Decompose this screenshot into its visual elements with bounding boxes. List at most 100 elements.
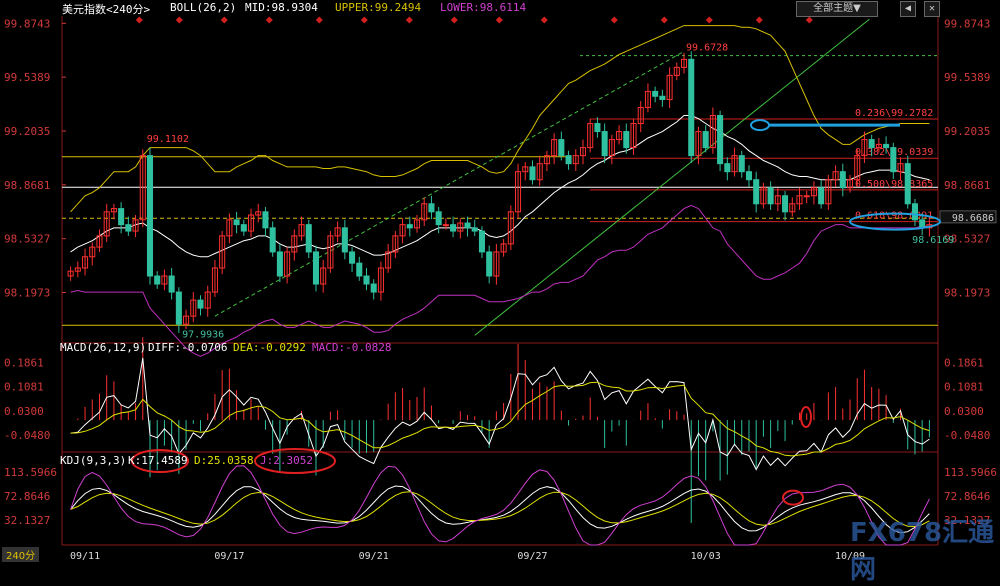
macd-cross-ellipse — [800, 406, 812, 429]
candle-body — [767, 187, 774, 205]
candle-body — [883, 143, 890, 149]
candle-body — [349, 251, 356, 264]
candle-body — [911, 203, 918, 221]
candle-body — [197, 299, 204, 309]
boll-mid-line — [70, 115, 930, 258]
price-tick-label-left: 99.2035 — [4, 125, 50, 138]
watermark-logo: FX678汇通网 — [850, 518, 995, 585]
kdj-tick-label-left: 32.1327 — [4, 514, 50, 527]
candle-body — [154, 275, 161, 285]
candle-body — [688, 58, 695, 157]
macd-tick-label-right: 0.0300 — [944, 405, 984, 418]
price-tick-label-right: 98.8681 — [944, 179, 990, 192]
low-annotation: 97.9936 — [182, 329, 224, 340]
candle-body — [818, 187, 825, 205]
kdj-d: D:25.0358 — [194, 454, 254, 467]
candle-body — [471, 227, 478, 232]
candle-body — [919, 219, 926, 229]
signal-diamond — [660, 16, 668, 24]
signal-diamond — [265, 16, 273, 24]
signal-diamond — [610, 16, 618, 24]
signal-diamond — [450, 16, 458, 24]
candle-body — [363, 275, 370, 285]
candle-body — [450, 224, 457, 232]
candle-body — [717, 115, 724, 165]
macd-value: MACD:-0.0828 — [312, 341, 392, 354]
candle-body — [529, 166, 536, 181]
price-tick-label-left: 99.8743 — [4, 17, 50, 30]
price-tick-label-left: 98.8681 — [4, 179, 50, 192]
signal-diamond — [755, 16, 763, 24]
signal-diamond — [540, 16, 548, 24]
price-tick-label-right: 99.5389 — [944, 71, 990, 84]
macd-diff: DIFF:-0.0706 — [148, 341, 228, 354]
candle-body — [623, 131, 630, 149]
candle-body — [724, 163, 731, 173]
date-label: 09/27 — [517, 551, 547, 562]
macd-tick-label-right: -0.0480 — [944, 429, 990, 442]
candle-body — [890, 147, 897, 173]
kdj-label: KDJ(9,3,3) — [60, 454, 127, 467]
signal-diamond — [495, 16, 503, 24]
candle-body — [558, 139, 565, 157]
price-tick-label-left: 99.5389 — [4, 71, 50, 84]
candle-body — [406, 224, 413, 229]
price-tick-label-right: 98.1973 — [944, 286, 990, 299]
candle-body — [745, 171, 753, 181]
signal-diamond — [220, 16, 228, 24]
candle-body — [782, 195, 789, 213]
date-label: 09/11 — [70, 551, 100, 562]
price-tick-label-right: 99.2035 — [944, 125, 990, 138]
candle-body — [652, 90, 659, 97]
candle-body — [118, 208, 125, 226]
high-annotation: 99.1102 — [147, 134, 189, 145]
close-icon[interactable]: ✕ — [924, 1, 940, 17]
kdj-tick-label-left: 113.5966 — [4, 466, 57, 479]
date-label: 09/21 — [359, 551, 389, 562]
timeframe-badge[interactable]: 240分 — [2, 547, 40, 562]
boll-upper: UPPER:99.2494 — [335, 1, 422, 14]
candle-body — [262, 211, 269, 229]
candle-body — [486, 251, 493, 277]
candle-body — [803, 195, 810, 198]
signal-diamond — [360, 16, 368, 24]
kdj-tick-label-right: 113.5966 — [944, 466, 997, 479]
signal-diamond — [405, 16, 413, 24]
theme-dropdown-button[interactable]: 全部主题▼ — [796, 1, 878, 17]
candle-body — [305, 224, 312, 253]
candle-body — [839, 171, 846, 189]
signal-diamond — [805, 16, 813, 24]
macd-tick-label-left: 0.0300 — [4, 405, 44, 418]
prev-arrow-icon[interactable]: ◀ — [900, 1, 916, 17]
peak-annotation: 99.6728 — [686, 43, 728, 54]
candle-body — [753, 179, 760, 205]
candle-body — [442, 224, 449, 227]
signal-diamond — [705, 16, 713, 24]
date-label: 09/17 — [214, 551, 244, 562]
candle-body — [478, 230, 485, 253]
boll-lower: LOWER:98.6114 — [440, 1, 527, 14]
candle-body — [868, 139, 875, 149]
boll-label: BOLL(26,2) — [170, 1, 237, 14]
candle-body — [594, 123, 601, 133]
date-label: 10/03 — [691, 551, 721, 562]
symbol-title: 美元指数<240分> — [62, 3, 151, 16]
candle-body — [125, 224, 132, 232]
candle-body — [738, 155, 745, 173]
price-tick-label-right: 99.8743 — [944, 17, 990, 30]
price-tick-label-left: 98.1973 — [4, 286, 50, 299]
macd-tick-label-right: 0.1861 — [944, 356, 984, 369]
kdj-tick-label-right: 72.8646 — [944, 490, 990, 503]
price-tick-label-left: 98.5327 — [4, 233, 50, 246]
macd-tick-label-left: -0.0480 — [4, 429, 50, 442]
candle-body — [659, 95, 666, 100]
candle-body — [356, 262, 363, 277]
candle-body — [240, 224, 247, 232]
signal-diamond — [135, 16, 143, 24]
candle-body — [341, 227, 348, 253]
recent-low-annotation: 98.6169 — [912, 235, 954, 246]
candle-body — [146, 155, 154, 277]
fib-label: 0.500\98.8365 — [855, 179, 933, 190]
kdj-tick-label-left: 72.8646 — [4, 490, 50, 503]
candle-body — [168, 275, 175, 293]
